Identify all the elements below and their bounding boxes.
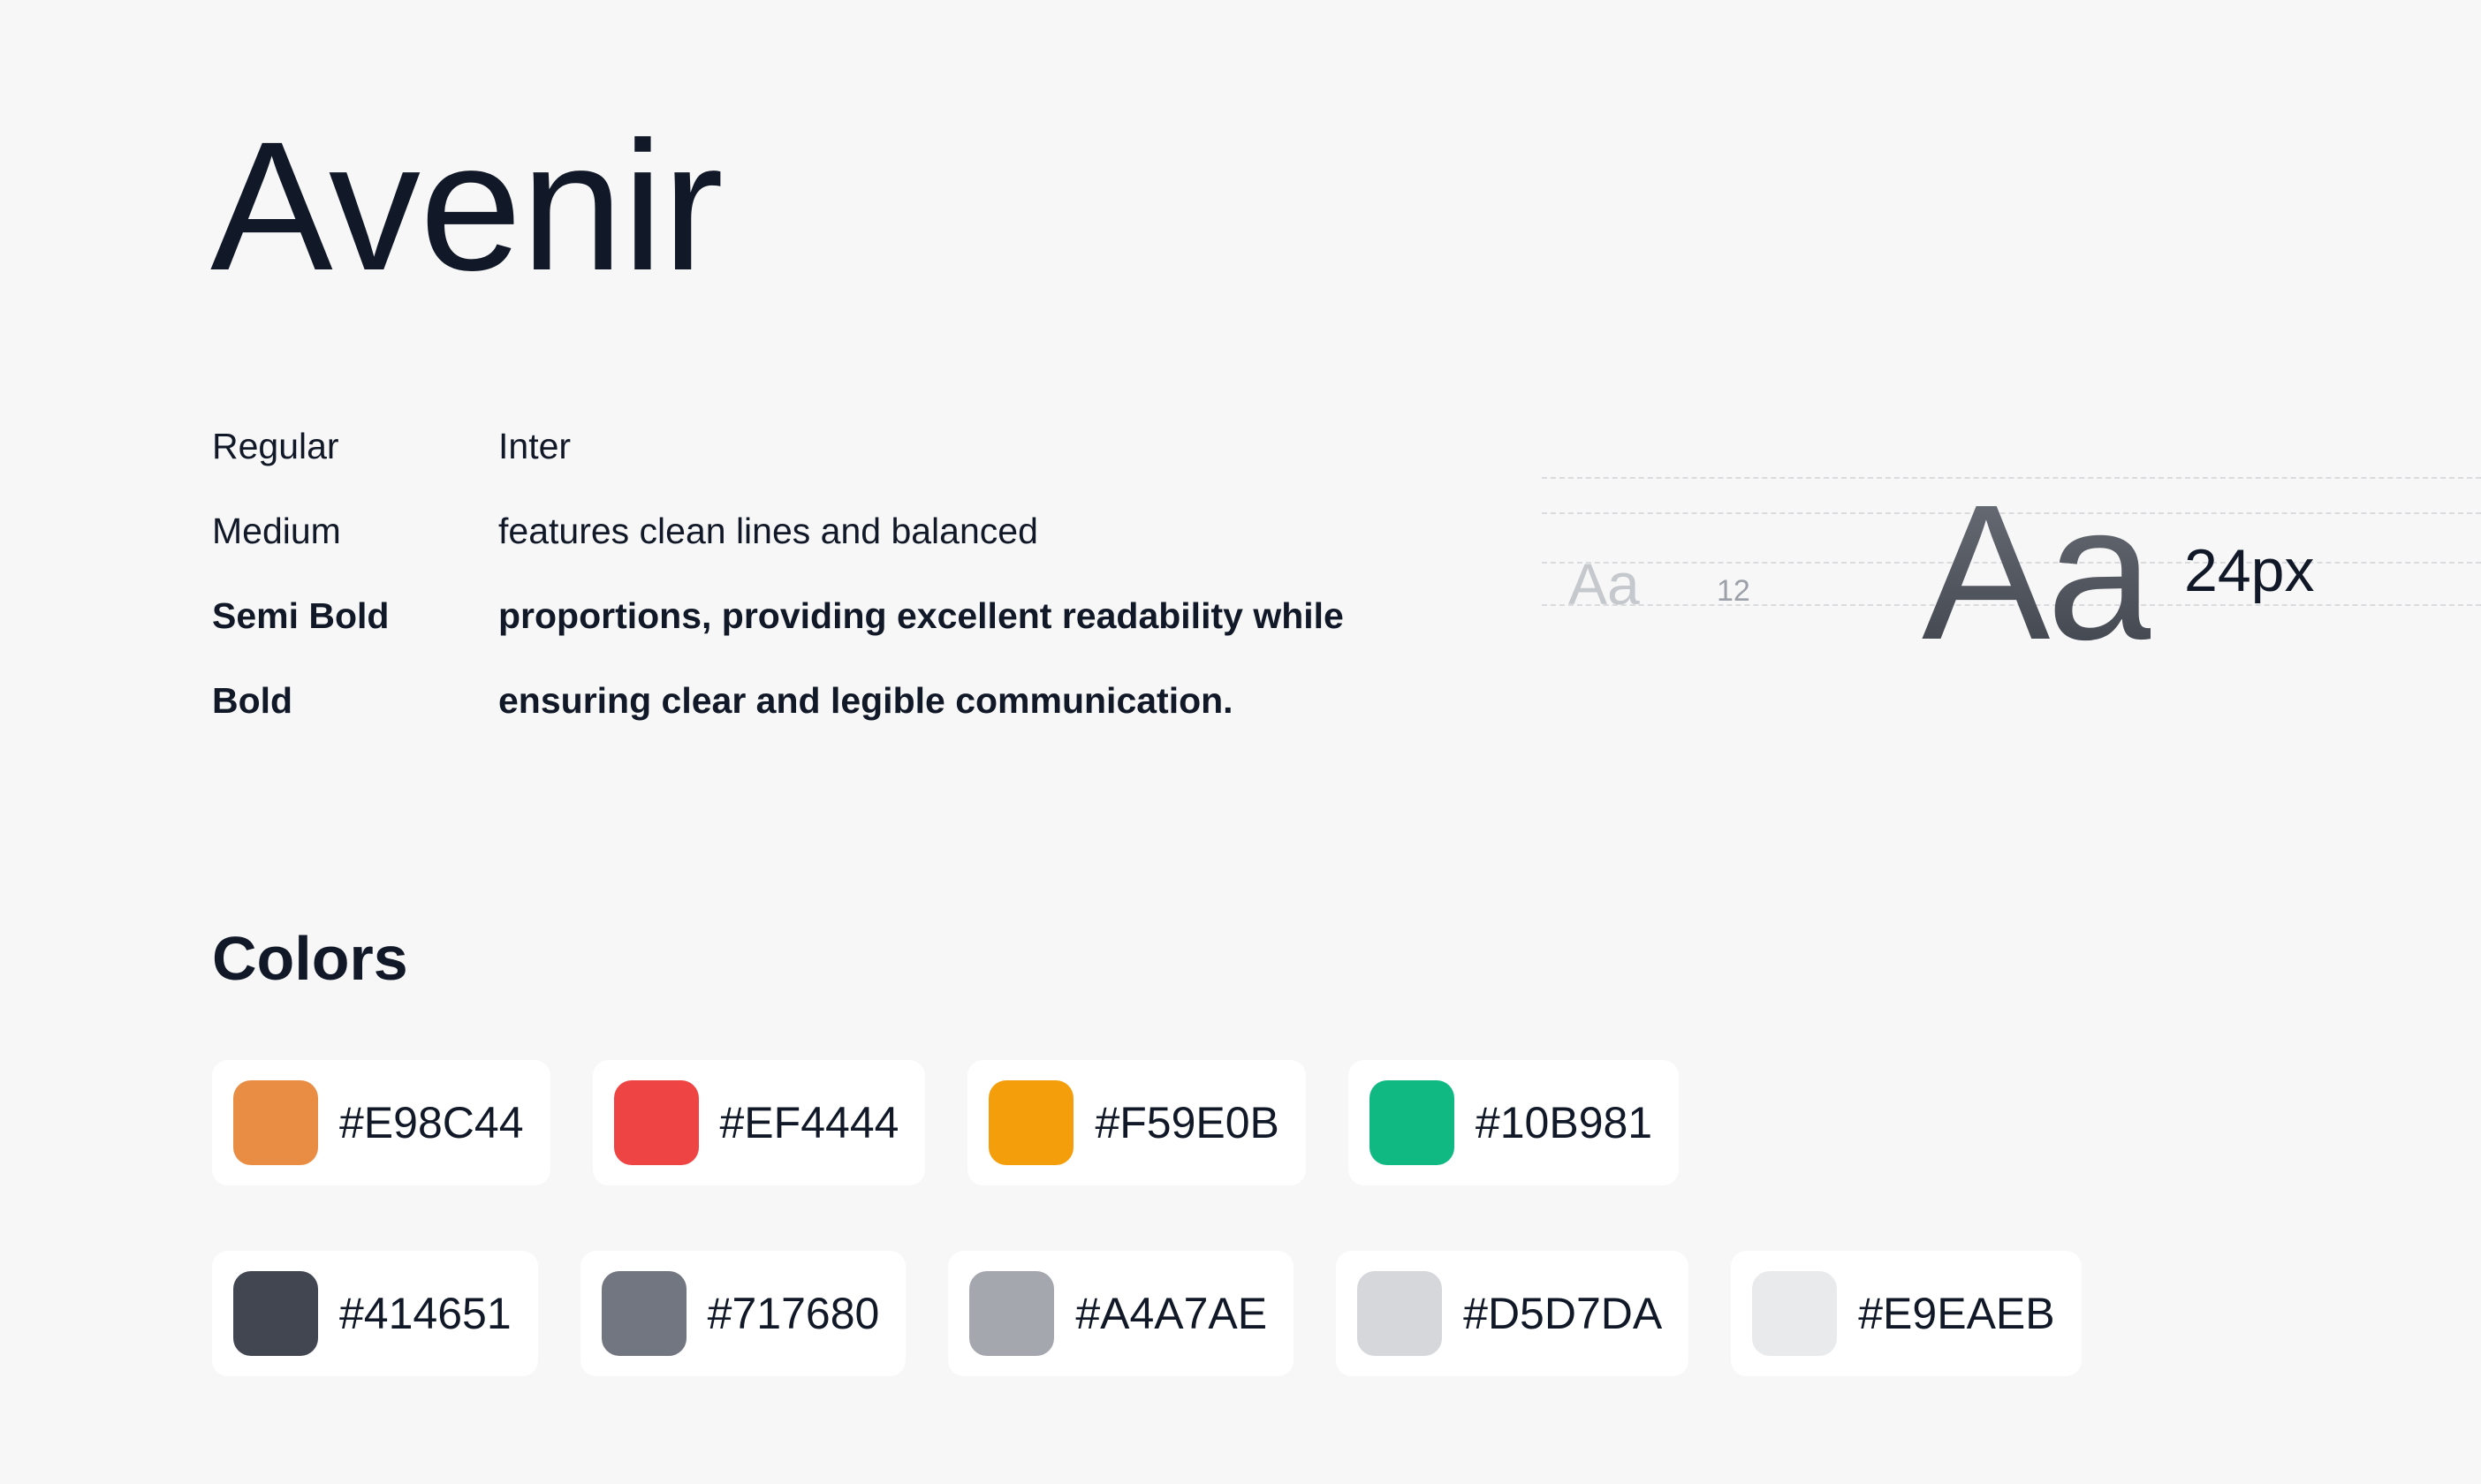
color-swatch-row: #414651 #717680 #A4A7AE #D5D7DA #E9EAEB bbox=[212, 1251, 2124, 1376]
weight-sample-text: ensuring clear and legible communication… bbox=[498, 680, 1233, 721]
color-hex-label: #717680 bbox=[707, 1289, 880, 1338]
colors-heading: Colors bbox=[212, 924, 408, 993]
color-hex-label: #F59E0B bbox=[1095, 1098, 1279, 1147]
weight-name: Medium bbox=[212, 511, 341, 551]
color-swatch bbox=[1752, 1271, 1838, 1356]
weight-name: Bold bbox=[212, 680, 293, 721]
color-card[interactable]: #10B981 bbox=[1347, 1060, 1680, 1185]
color-hex-label: #E98C44 bbox=[339, 1098, 524, 1147]
weight-row-bold: Bold ensuring clear and legible communic… bbox=[212, 677, 1344, 761]
weight-name: Regular bbox=[212, 426, 339, 466]
color-swatch bbox=[601, 1271, 687, 1356]
weight-row-medium: Medium features clean lines and balanced bbox=[212, 507, 1344, 592]
color-card[interactable]: #EF4444 bbox=[592, 1060, 926, 1185]
color-swatch bbox=[989, 1080, 1074, 1165]
color-hex-label: #A4A7AE bbox=[1075, 1289, 1268, 1338]
color-hex-label: #E9EAEB bbox=[1858, 1289, 2055, 1338]
type-size-specimen: Aa 12 Aa 24px bbox=[1542, 459, 2481, 670]
color-swatch bbox=[1357, 1271, 1443, 1356]
color-hex-label: #EF4444 bbox=[719, 1098, 899, 1147]
color-card[interactable]: #414651 bbox=[212, 1251, 538, 1376]
weight-row-semibold: Semi Bold proportions, providing excelle… bbox=[212, 592, 1344, 677]
weight-row-regular: Regular Inter bbox=[212, 422, 1344, 507]
color-card[interactable]: #A4A7AE bbox=[948, 1251, 1294, 1376]
large-glyph-sample: Aa bbox=[1922, 466, 2154, 680]
color-hex-label: #414651 bbox=[339, 1289, 512, 1338]
large-size-label: 24px bbox=[2184, 537, 2315, 604]
color-swatch bbox=[1369, 1080, 1454, 1165]
color-card[interactable]: #E9EAEB bbox=[1731, 1251, 2082, 1376]
weight-sample-text: Inter bbox=[498, 426, 572, 466]
color-swatch-row: #E98C44 #EF4444 #F59E0B #10B981 bbox=[212, 1060, 1721, 1185]
color-card[interactable]: #D5D7DA bbox=[1336, 1251, 1689, 1376]
font-weights-table: Regular Inter Medium features clean line… bbox=[212, 422, 1344, 761]
weight-sample-text: features clean lines and balanced bbox=[498, 511, 1038, 551]
color-swatch bbox=[969, 1271, 1055, 1356]
color-hex-label: #D5D7DA bbox=[1463, 1289, 1663, 1338]
color-card[interactable]: #F59E0B bbox=[967, 1060, 1306, 1185]
small-size-label: 12 bbox=[1717, 574, 1750, 608]
color-card[interactable]: #E98C44 bbox=[212, 1060, 550, 1185]
weight-name: Semi Bold bbox=[212, 595, 390, 636]
weight-sample-text: proportions, providing excellent readabi… bbox=[498, 595, 1344, 636]
color-swatch bbox=[233, 1271, 318, 1356]
color-swatch bbox=[613, 1080, 699, 1165]
color-card[interactable]: #717680 bbox=[580, 1251, 907, 1376]
small-glyph-sample: Aa bbox=[1568, 551, 1640, 617]
font-title: Avenir bbox=[210, 104, 724, 309]
color-swatch bbox=[233, 1080, 318, 1165]
color-hex-label: #10B981 bbox=[1475, 1098, 1653, 1147]
